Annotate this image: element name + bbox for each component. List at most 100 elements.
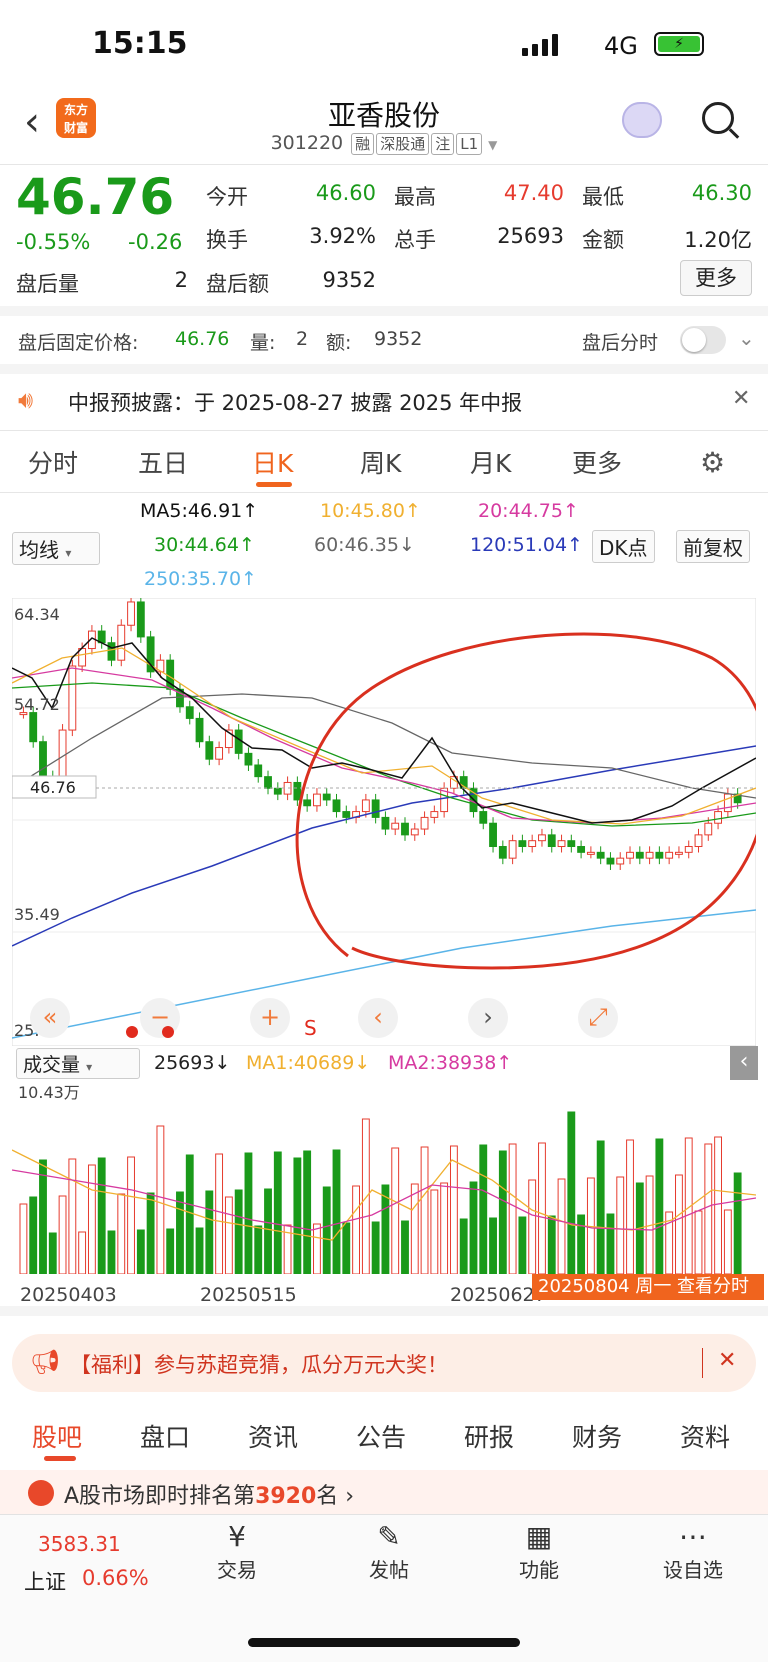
price: 46.76 [16, 168, 175, 226]
speaker-icon: 🔊︎ [18, 386, 34, 414]
next-button[interactable]: › [468, 998, 508, 1038]
after-hours-toggle[interactable] [680, 326, 726, 354]
volume-bar [479, 1144, 488, 1274]
ma60-label: 60:46.35↓ [314, 534, 415, 556]
network-label: 4G [604, 32, 638, 60]
tab-profile[interactable]: 资料 [680, 1418, 730, 1454]
tab-intraday[interactable]: 分时 [28, 444, 78, 480]
amount-value: 1.20亿 [684, 228, 752, 252]
candle [479, 811, 488, 824]
low-label: 最低 [582, 185, 624, 209]
volume-selector[interactable]: 成交量 ▾ [16, 1048, 140, 1079]
tab-monthly-k[interactable]: 月K [470, 444, 511, 480]
promo-banner[interactable]: 📢︎ 【福利】参与苏超竞猜，瓜分万元大奖！ ✕ [12, 1334, 756, 1392]
candle [195, 717, 204, 743]
after-hours-vol: 2 [296, 328, 309, 350]
dk-button[interactable]: DK点 [592, 530, 655, 563]
volume-bar [498, 1150, 507, 1274]
volume-bar [704, 1143, 713, 1274]
candle [273, 787, 282, 795]
promo-close-icon[interactable]: ✕ [718, 1348, 736, 1373]
candle [489, 822, 497, 848]
prev-button[interactable]: ‹ [358, 998, 398, 1038]
home-indicator [248, 1638, 520, 1647]
tab-announcements[interactable]: 公告 [356, 1418, 406, 1454]
volume-bar [606, 1213, 615, 1274]
nav-function[interactable]: ▦ 功能 [494, 1520, 584, 1583]
candle [675, 851, 683, 855]
volume-bar [626, 1139, 634, 1274]
volume-bar [117, 1193, 126, 1274]
volume-bar [303, 1150, 312, 1274]
date-label-1: 20250403 [20, 1284, 117, 1306]
volume-bar [244, 1152, 253, 1274]
nav-trade[interactable]: ¥ 交易 [192, 1520, 282, 1583]
rank-strip[interactable]: A股市场即时排名第3920名 › [0, 1470, 768, 1514]
ma10-label: 10:45.80↑ [320, 500, 421, 522]
candle [391, 822, 400, 830]
collapse-panel-icon[interactable]: ‹ [730, 1046, 758, 1080]
candle [254, 764, 263, 778]
volume-bar [68, 1158, 77, 1274]
dropdown-icon[interactable]: ▼ [488, 138, 497, 152]
gear-icon[interactable]: ⚙ [700, 446, 725, 479]
turnover-label: 换手 [206, 228, 248, 252]
volume-bar [146, 1192, 155, 1274]
ma-selector[interactable]: 均线 ▾ [12, 532, 100, 565]
nav-post-label: 发帖 [369, 1558, 409, 1582]
volume-bar [136, 1229, 145, 1274]
volume-bar [195, 1227, 204, 1274]
after-hours-vol-label: 量: [250, 332, 276, 354]
candle [626, 851, 634, 859]
ma5-label: MA5:46.91↑ [140, 500, 259, 522]
tab-forum[interactable]: 股吧 [32, 1418, 82, 1454]
nav-post[interactable]: ✎ 发帖 [344, 1520, 434, 1583]
volume-bar [489, 1217, 497, 1274]
robot-avatar-icon[interactable] [622, 102, 662, 138]
index-value[interactable]: 3583.31 [38, 1532, 121, 1556]
adjust-button[interactable]: 前复权 [676, 530, 750, 563]
candle [29, 712, 38, 743]
tab-news[interactable]: 资讯 [248, 1418, 298, 1454]
expand-button[interactable]: ⤢ [578, 998, 618, 1038]
volume-bar [107, 1230, 116, 1274]
nav-watchlist[interactable]: ⋯ 设自选 [648, 1520, 738, 1583]
notice-bar[interactable]: 🔊︎ 中报预披露：于 2025-08-27 披露 2025 年中报 ✕ [0, 374, 768, 428]
tab-more[interactable]: 更多 [572, 444, 622, 480]
open-label: 今开 [206, 185, 248, 209]
index-name: 上证 [24, 1570, 66, 1594]
red-dot-annotation [126, 1026, 138, 1038]
close-icon[interactable]: ✕ [732, 386, 750, 411]
rewind-button[interactable]: « [30, 998, 70, 1038]
volume-bar [528, 1179, 537, 1274]
high-value: 47.40 [503, 181, 564, 205]
tab-daily-k[interactable]: 日K [252, 444, 293, 480]
low-value: 46.30 [691, 181, 752, 205]
tab-orderbook[interactable]: 盘口 [140, 1418, 190, 1454]
zoom-in-button[interactable]: + [250, 998, 290, 1038]
tab-five-day[interactable]: 五日 [138, 444, 188, 480]
after-hours-toggle-label: 盘后分时 [582, 332, 659, 354]
candle [332, 799, 341, 813]
more-button[interactable]: 更多 [680, 260, 752, 296]
tab-finance[interactable]: 财务 [572, 1418, 622, 1454]
volume-bar [97, 1157, 106, 1274]
date-tip[interactable]: 20250804 周一 查看分时 [532, 1274, 764, 1300]
tab-weekly-k[interactable]: 周K [360, 444, 401, 480]
volume-bar [48, 1232, 57, 1274]
volume-bar [19, 1203, 28, 1274]
candle [586, 851, 595, 855]
candle [508, 840, 517, 859]
volume-bar [322, 1186, 331, 1274]
zoom-out-button[interactable]: − [140, 998, 180, 1038]
candle [381, 816, 390, 830]
yen-icon: ¥ [228, 1520, 246, 1553]
kline-chart[interactable]: 64.34 54.72 46.76 35.49 25.87 [12, 598, 756, 1046]
chevron-down-icon[interactable]: ⌄ [738, 326, 755, 350]
battery-icon: ⚡ [654, 32, 704, 56]
volume-bar [39, 1159, 47, 1274]
volume-chart[interactable]: 10.43万 [12, 1080, 756, 1274]
tab-research[interactable]: 研报 [464, 1418, 514, 1454]
after-amt-value: 9352 [322, 268, 376, 292]
stock-header: ‹ 东方 财富 亚香股份 301220 融深股通注 L1 ▼ [0, 90, 768, 162]
